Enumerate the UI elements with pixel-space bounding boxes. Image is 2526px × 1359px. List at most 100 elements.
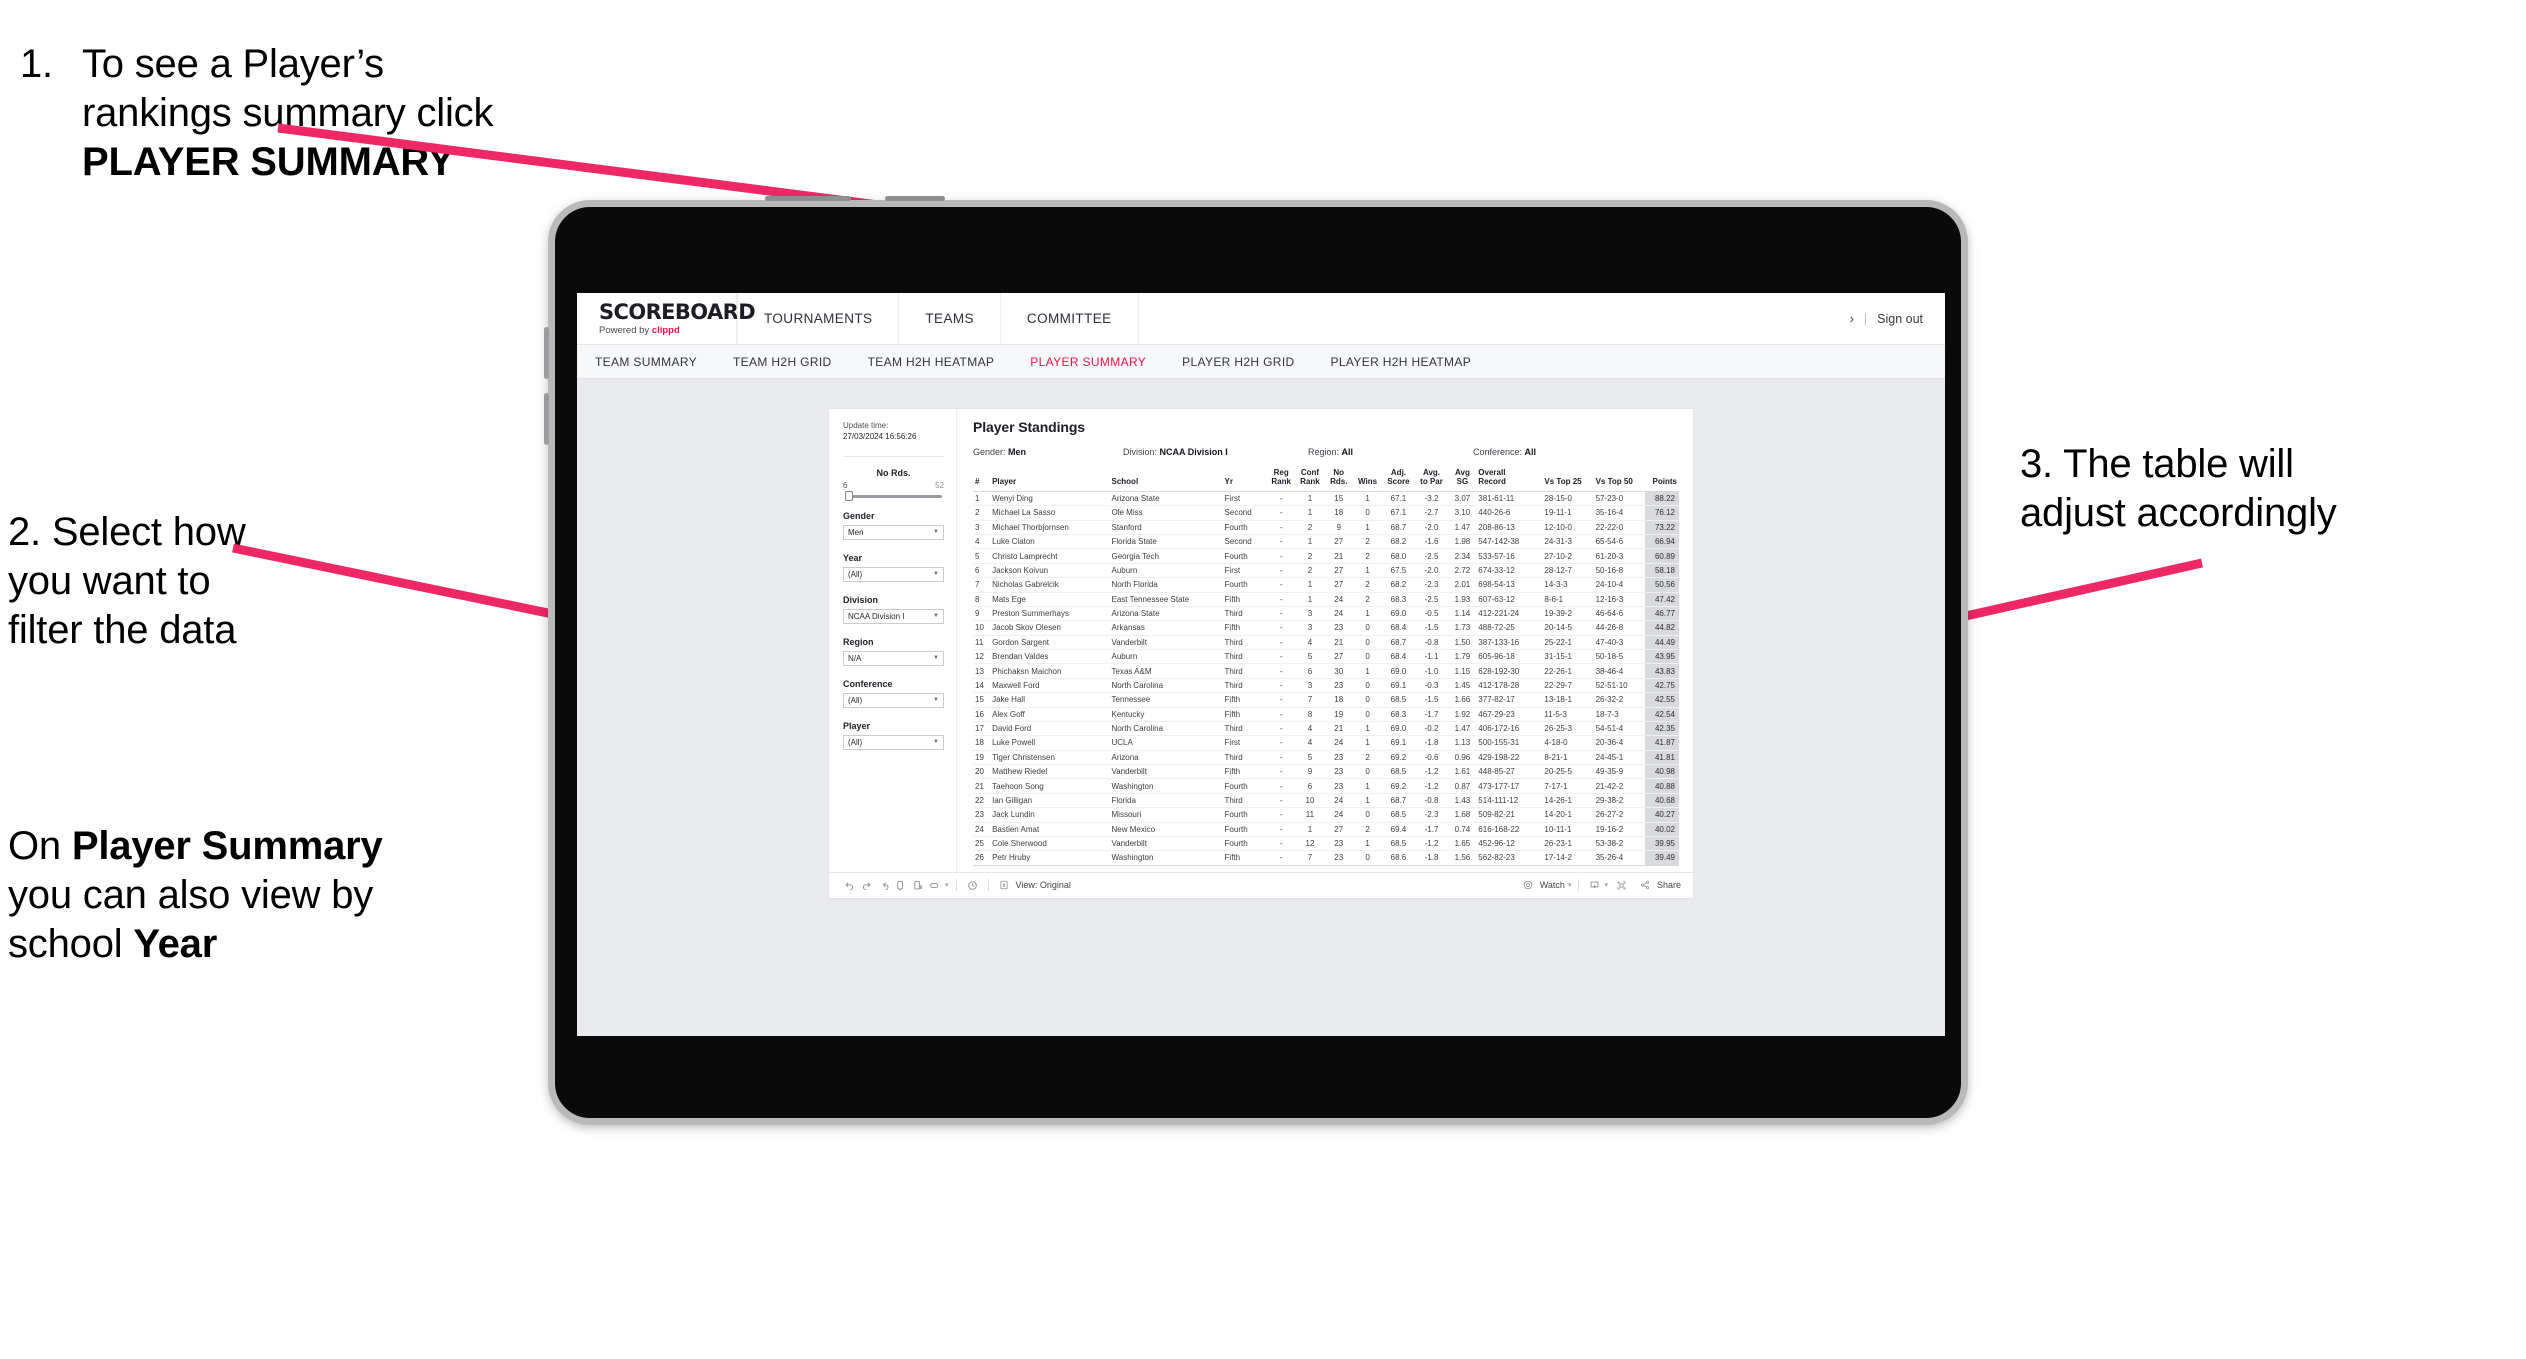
table-row[interactable]: 12 Brendan Valdes Auburn Third -5 27 0 68.4 -1.1…	[973, 649, 1679, 665]
table-row[interactable]: 2 Michael La Sasso Ole Miss Second -1 18 0 67.1…	[973, 505, 1679, 521]
volume-down-button[interactable]	[544, 393, 549, 445]
volume-up-button[interactable]	[544, 327, 549, 379]
table-row[interactable]: 24 Bastien Amat New Mexico Fourth -1 27 2 69.4-…	[973, 822, 1679, 837]
meta-conference-label: Conference:	[1473, 447, 1523, 457]
col-points-header[interactable]: Points	[1644, 469, 1679, 492]
filter-year-select[interactable]: (All) ▼	[843, 566, 944, 582]
col-school-cell: Auburn	[1109, 563, 1223, 579]
watch-button[interactable]: Watch ▾	[1520, 877, 1571, 894]
filter-gender-select[interactable]: Men ▼	[843, 524, 944, 540]
filter-region-select[interactable]: N/A ▼	[843, 650, 944, 666]
col-vs-top-50-cell: 29-38-2	[1593, 793, 1645, 809]
col-wins-cell: 1	[1352, 563, 1383, 579]
filter-conference-select[interactable]: (All) ▼	[843, 692, 944, 708]
refresh-data-icon[interactable]	[892, 877, 909, 894]
col-rank-header[interactable]: #	[973, 469, 991, 492]
nav-item-committee[interactable]: COMMITTEE	[1001, 293, 1139, 344]
col-wins-header[interactable]: Wins	[1352, 469, 1383, 492]
undo-icon[interactable]	[841, 877, 858, 894]
col-wins-cell: 0	[1352, 505, 1383, 521]
table-row[interactable]: 5 Christo Lamprecht Georgia Tech Fourth -2 21…	[973, 548, 1679, 564]
account-chevron-icon[interactable]: ›	[1850, 312, 1854, 326]
sign-out-link[interactable]: Sign out	[1877, 312, 1923, 326]
col-player-header[interactable]: Player	[990, 469, 1110, 492]
col-wins-cell: 1	[1352, 721, 1383, 737]
table-row[interactable]: 9 Preston Summerhays Arizona State Third -3 2…	[973, 606, 1679, 622]
worksheet-caret-icon[interactable]: ▾	[945, 881, 949, 889]
history-icon[interactable]	[964, 877, 981, 894]
table-row[interactable]: 8 Mats Ege East Tennessee State Fifth -1 24 2 6…	[973, 592, 1679, 607]
table-row[interactable]: 22 Ian Gilligan Florida Third -10 24 1 68.7 -0.8…	[973, 793, 1679, 809]
col-vs-top-25-cell: 4-18-0	[1542, 735, 1594, 751]
col-overall-record-header[interactable]: Overall Record	[1476, 468, 1543, 492]
col-conf-rank-header[interactable]: Conf Rank	[1295, 468, 1325, 492]
tab-team-summary[interactable]: TEAM SUMMARY	[595, 355, 697, 369]
app-logo[interactable]: SCOREBOARD Powered by clippd	[577, 293, 756, 344]
table-row[interactable]: 7 Nicholas Gabrelcik North Florida Fourth -1…	[973, 577, 1679, 593]
tab-player-summary[interactable]: PLAYER SUMMARY	[1030, 355, 1146, 369]
share-button[interactable]: Share	[1637, 877, 1681, 894]
col-no-rounds-cell: 27	[1324, 649, 1353, 665]
no-rounds-slider-handle[interactable]	[845, 491, 853, 502]
pause-auto-update-icon[interactable]	[909, 877, 926, 894]
col-school-cell: Vanderbilt	[1109, 836, 1223, 852]
chevron-down-icon: ▼	[933, 529, 939, 536]
col-player-cell: Wenyi Ding	[990, 491, 1110, 507]
col-conf-rank-cell: 7	[1295, 850, 1325, 866]
tab-player-h2h-heatmap[interactable]: PLAYER H2H HEATMAP	[1331, 355, 1472, 369]
filter-player-select[interactable]: (All) ▼	[843, 734, 944, 750]
table-row[interactable]: 1 Wenyi Ding Arizona State First -1 15 1 67.1 -3…	[973, 491, 1679, 507]
fullscreen-icon[interactable]	[1613, 877, 1630, 894]
power-button[interactable]	[765, 196, 851, 201]
tab-player-h2h-grid[interactable]: PLAYER H2H GRID	[1182, 355, 1294, 369]
col-wins-cell: 0	[1352, 807, 1383, 823]
no-rounds-slider[interactable]	[845, 491, 942, 502]
table-row[interactable]: 23 Jack Lundin Missouri Fourth -11 24 0 68.5 -2.…	[973, 807, 1679, 823]
col-no-rounds-header[interactable]: No Rds.	[1324, 468, 1353, 492]
col-vs-top-25-header[interactable]: Vs Top 25	[1542, 469, 1594, 492]
tab-team-h2h-grid[interactable]: TEAM H2H GRID	[733, 355, 832, 369]
table-row[interactable]: 26 Petr Hruby Washington Fifth -7 23 0 68.6 -1.8…	[973, 850, 1679, 866]
tab-team-h2h-heatmap[interactable]: TEAM H2H HEATMAP	[868, 355, 995, 369]
table-row[interactable]: 4 Luke Claton Florida State Second -1 27 2 68.2…	[973, 534, 1679, 550]
table-row[interactable]: 18 Luke Powell UCLA First -4 24 1 69.1 -1.8 1.13 5…	[973, 735, 1679, 751]
nav-item-tournaments[interactable]: TOURNAMENTS	[737, 293, 900, 344]
table-row[interactable]: 14 Maxwell Ford North Carolina Third -3 23 0 69…	[973, 678, 1679, 694]
col-rank-cell: 3	[973, 520, 991, 536]
col-player-cell: Gordon Sargent	[990, 635, 1110, 651]
new-worksheet-icon[interactable]	[926, 877, 943, 894]
table-row[interactable]: 17 David Ford North Carolina Third -4 21 1 69.0…	[973, 721, 1679, 737]
col-avg-to-par-header[interactable]: Avg. to Par	[1414, 468, 1449, 492]
col-conf-rank-cell: 11	[1295, 807, 1325, 823]
download-caret-icon[interactable]: ▾	[1604, 881, 1608, 889]
col-vs-top-50-header[interactable]: Vs Top 50	[1593, 469, 1645, 492]
table-row[interactable]: 20 Matthew Riedel Vanderbilt Fifth -9 23 0 68.5…	[973, 764, 1679, 780]
col-year-header[interactable]: Yr	[1222, 469, 1268, 492]
col-vs-top-50-cell: 19-16-2	[1593, 822, 1645, 837]
table-row[interactable]: 21 Taehoon Song Washington Fourth -6 23 1 69.2-…	[973, 778, 1679, 794]
revert-icon[interactable]	[875, 877, 892, 894]
col-vs-top-50-cell: 44-26-8	[1593, 620, 1645, 636]
redo-icon[interactable]	[858, 877, 875, 894]
table-row[interactable]: 10 Jacob Skov Olesen Arkansas Fifth -3 23 0 68.…	[973, 620, 1679, 636]
col-adj-score-header[interactable]: Adj. Score	[1382, 468, 1415, 492]
col-school-header[interactable]: School	[1109, 469, 1223, 492]
table-row[interactable]: 13 Phichaksn Maichon Texas A&M Third -6 30 1 69…	[973, 663, 1679, 679]
col-adj-score-cell: 68.4	[1382, 649, 1415, 665]
table-row[interactable]: 19 Tiger Christensen Arizona Third -5 23 2 69.2…	[973, 750, 1679, 766]
nav-item-teams[interactable]: TEAMS	[899, 293, 1001, 344]
table-row[interactable]: 15 Jake Hall Tennessee Fifth -7 18 0 68.5 -1.5 1.…	[973, 692, 1679, 708]
download-icon[interactable]	[1586, 877, 1603, 894]
col-reg-rank-header[interactable]: Reg Rank	[1267, 468, 1296, 492]
table-row[interactable]: 25 Cole Sherwood Vanderbilt Fourth -12 23 1 68.…	[973, 836, 1679, 852]
table-row[interactable]: 3 Michael Thorbjornsen Stanford Fourth -2 9 1 6…	[973, 520, 1679, 536]
table-row[interactable]: 6 Jackson Koivun Auburn First -2 27 1 67.5 -2.0 2…	[973, 563, 1679, 579]
view-original-button[interactable]: View: Original	[996, 877, 1071, 894]
table-row[interactable]: 11 Gordon Sargent Vanderbilt Third -4 21 0 68.7…	[973, 635, 1679, 651]
col-overall-record-cell: 605-96-18	[1476, 649, 1543, 665]
col-avg-sg-header[interactable]: Avg SG	[1448, 468, 1477, 492]
col-year-cell: Fourth	[1222, 520, 1268, 536]
filter-division-select[interactable]: NCAA Division I ▼	[843, 608, 944, 624]
col-school-cell: Arizona State	[1109, 606, 1223, 622]
table-row[interactable]: 16 Alex Goff Kentucky Fifth -8 19 0 68.3 -1.7 1.9…	[973, 707, 1679, 722]
